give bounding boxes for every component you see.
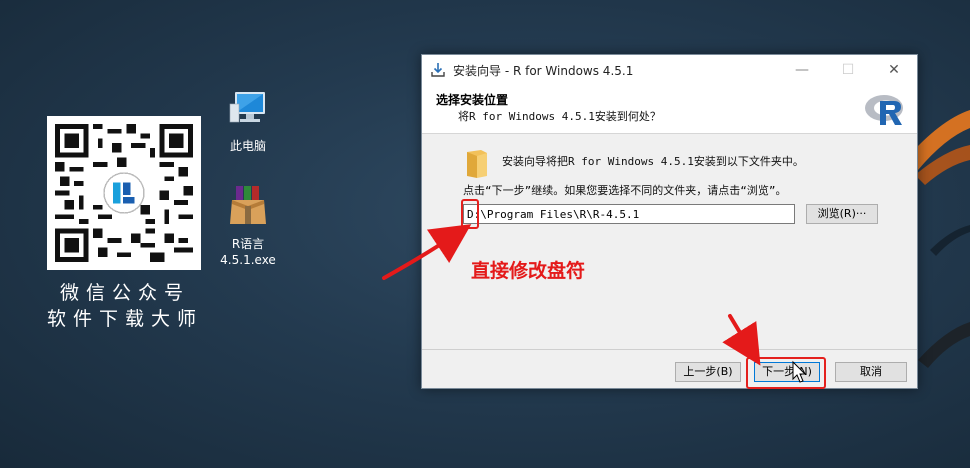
install-path-input[interactable] — [463, 204, 795, 224]
install-description: 安装向导将把R for Windows 4.5.1安装到以下文件夹中。 — [502, 155, 804, 168]
close-button[interactable]: ✕ — [871, 55, 917, 85]
page-title: 选择安装位置 — [436, 93, 509, 107]
installer-download-icon — [431, 63, 445, 77]
window-titlebar[interactable]: 安装向导 - R for Windows 4.5.1 — ☐ ✕ — [422, 55, 917, 85]
this-pc-label: 此电脑 — [229, 139, 266, 153]
install-hint: 点击“下一步”继续。如果您要选择不同的文件夹，请点击“浏览”。 — [463, 184, 787, 197]
r-logo-icon — [865, 95, 903, 125]
r-installer-label-line2: 4.5.1.exe — [220, 253, 276, 267]
desktop-icon-r-installer[interactable]: R语言 4.5.1.exe — [213, 184, 283, 268]
folder-icon — [467, 150, 487, 178]
installer-window: 安装向导 - R for Windows 4.5.1 — ☐ ✕ 选择安装位置 … — [421, 54, 918, 389]
footer-divider — [422, 349, 917, 350]
back-button[interactable]: 上一步(B) — [675, 362, 741, 382]
qr-caption-line2: 软件下载大师 — [46, 308, 203, 330]
winrar-archive-icon — [230, 186, 266, 224]
qr-code-card — [47, 116, 201, 270]
qr-caption-line1: 微信公众号 — [59, 282, 190, 304]
computer-icon — [229, 92, 265, 123]
page-subtitle: 将R for Windows 4.5.1安装到何处？ — [458, 110, 661, 123]
wizard-header: 选择安装位置 将R for Windows 4.5.1安装到何处？ — [422, 85, 917, 134]
browse-button[interactable]: 浏览(R)··· — [806, 204, 878, 224]
cancel-button[interactable]: 取消 — [835, 362, 907, 382]
next-button-highlight — [746, 357, 826, 389]
qr-code-image — [55, 124, 193, 262]
desktop-icon-this-pc[interactable]: 此电脑 — [213, 86, 283, 154]
minimize-button[interactable]: — — [779, 55, 825, 85]
annotation-label: 直接修改盘符 — [471, 260, 586, 282]
r-installer-label-line1: R语言 — [231, 237, 265, 251]
drive-letter-highlight — [461, 199, 479, 229]
window-title: 安装向导 - R for Windows 4.5.1 — [453, 64, 634, 78]
maximize-button[interactable]: ☐ — [825, 55, 871, 85]
